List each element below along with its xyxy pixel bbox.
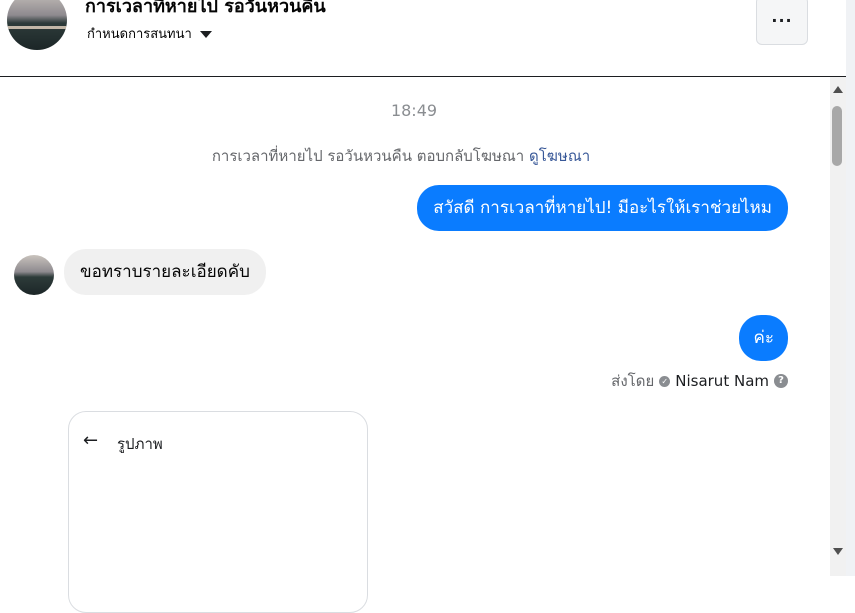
sent-by-info: ส่งโดย ✓ Nisarut Nam ?: [611, 369, 788, 393]
window-edge: [846, 0, 855, 576]
arrow-left-icon: ←: [83, 430, 99, 451]
image-attachment[interactable]: ← รูปภาพ: [68, 411, 368, 613]
incoming-message[interactable]: ขอทราบรายละเอียดคับ: [64, 249, 266, 295]
conversation-settings[interactable]: กำหนดการสนทนา: [87, 23, 212, 44]
conversation-title[interactable]: การเวลาที่หายไป รอวันหวนคืน: [85, 0, 326, 20]
outgoing-message[interactable]: สวัสดี การเวลาที่หายไป! มีอะไรให้เราช่วย…: [417, 185, 788, 231]
view-ad-link[interactable]: ดูโฆษณา: [529, 147, 590, 165]
message-thread: 18:49 การเวลาที่หายไป รอวันหวนคืน ตอบกลั…: [0, 77, 830, 613]
vertical-scrollbar[interactable]: [830, 77, 846, 576]
more-options-button[interactable]: ···: [756, 0, 808, 45]
page-avatar[interactable]: [7, 0, 67, 50]
cropped-top-content: [89, 412, 349, 414]
conversation-settings-label: กำหนดการสนทนา: [87, 27, 192, 42]
sent-by-label: ส่งโดย: [611, 372, 655, 390]
check-circle-icon: ✓: [659, 375, 671, 387]
ellipsis-icon: ···: [771, 11, 793, 30]
system-note-text: การเวลาที่หายไป รอวันหวนคืน ตอบกลับโฆษณา: [211, 147, 525, 165]
message-timestamp: 18:49: [390, 101, 438, 120]
caret-down-icon: [199, 31, 212, 38]
contact-avatar[interactable]: [14, 255, 54, 295]
image-card-title: รูปภาพ: [117, 435, 163, 453]
conversation-header: การเวลาที่หายไป รอวันหวนคืน กำหนดการสนทน…: [0, 0, 846, 77]
question-circle-icon[interactable]: ?: [774, 374, 788, 388]
scroll-up-arrow-icon[interactable]: [833, 86, 843, 93]
scroll-thumb[interactable]: [832, 106, 842, 166]
outgoing-message[interactable]: ค่ะ: [739, 315, 788, 361]
sender-name: Nisarut Nam: [675, 372, 769, 390]
system-note: การเวลาที่หายไป รอวันหวนคืน ตอบกลับโฆษณา…: [0, 144, 802, 168]
scroll-down-arrow-icon[interactable]: [833, 548, 843, 555]
